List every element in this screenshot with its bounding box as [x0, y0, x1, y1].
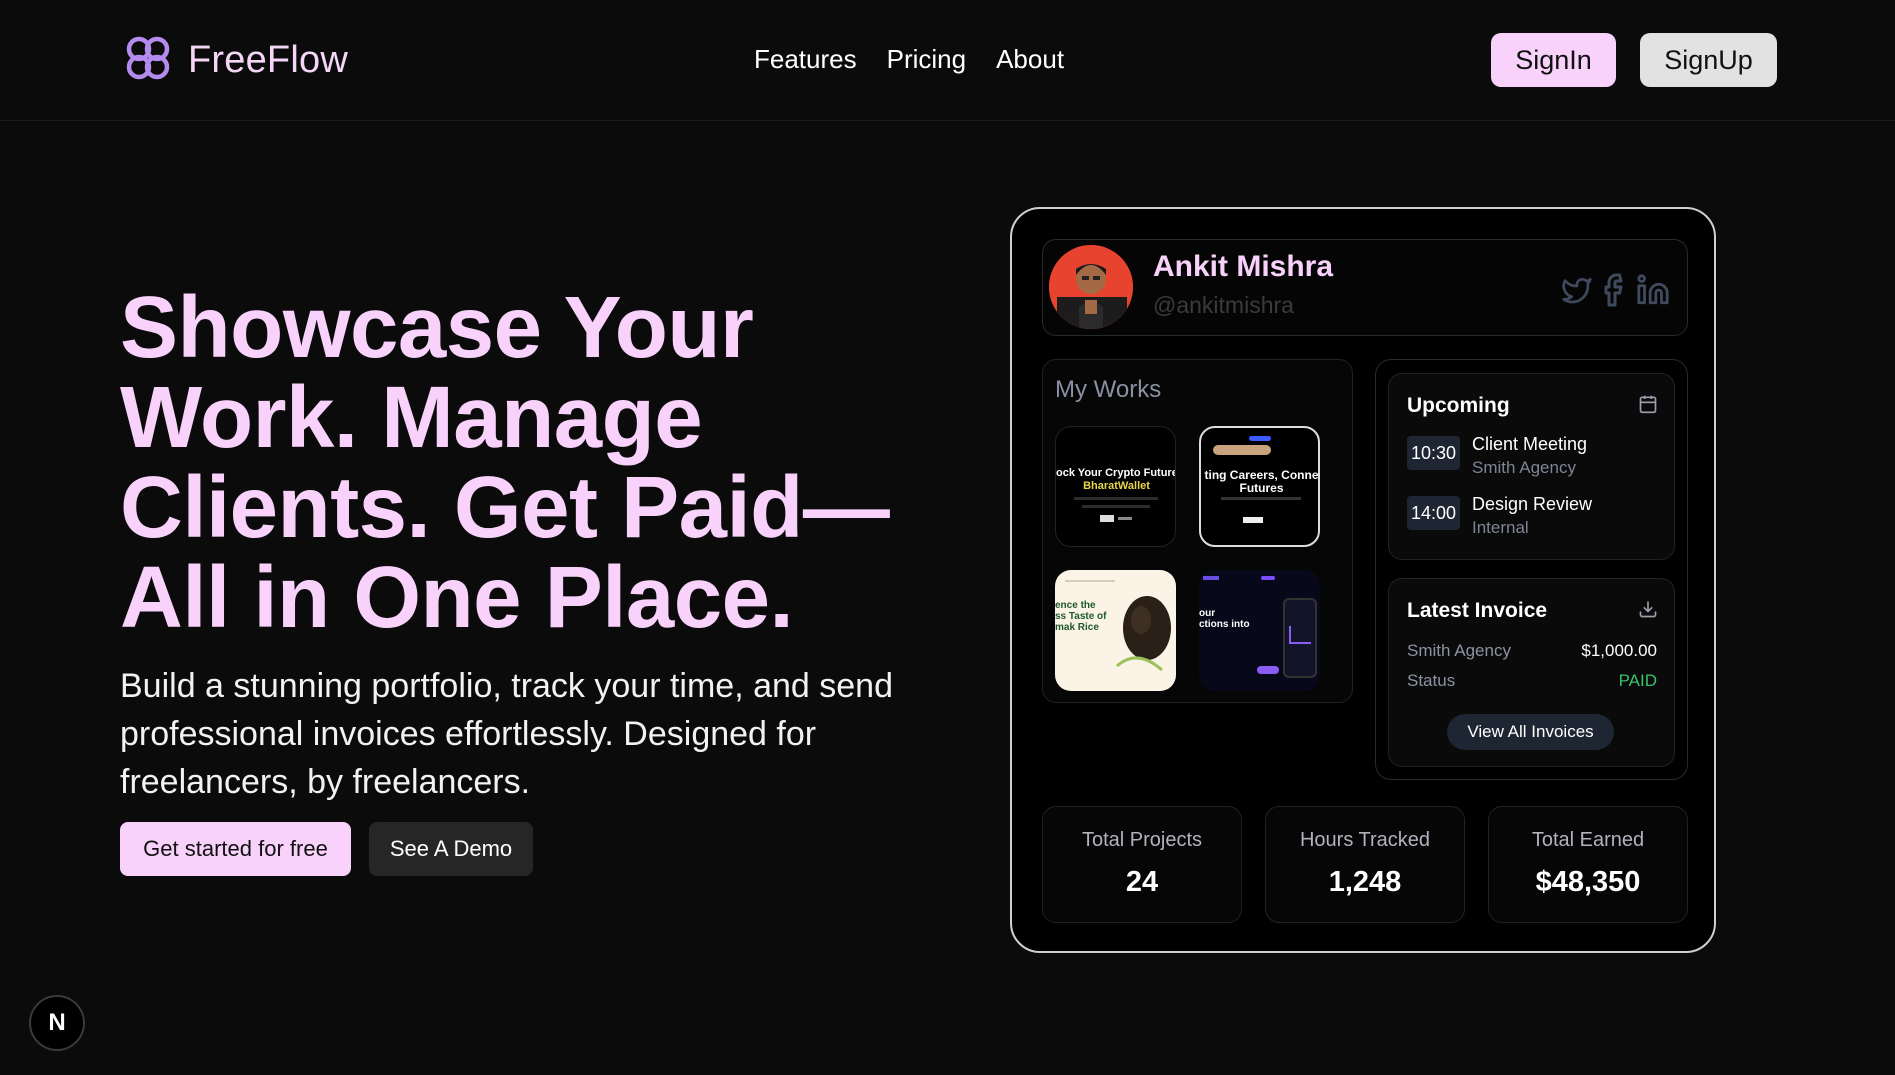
work-thumbnail-text: ctions into: [1199, 619, 1250, 630]
linkedin-icon[interactable]: [1635, 273, 1671, 312]
event-subtitle: Internal: [1472, 518, 1529, 537]
social-links: [1559, 272, 1671, 313]
invoice-status-label: Status: [1407, 671, 1456, 690]
placeholder-button: [1100, 515, 1114, 522]
stat-value: 24: [1125, 866, 1159, 898]
work-thumbnail-app[interactable]: our ctions into: [1199, 570, 1320, 691]
stat-hours-tracked: Hours Tracked 1,248: [1265, 806, 1465, 923]
profile-card: Ankit Mishra @ankitmishra: [1042, 239, 1688, 336]
stat-label: Total Projects: [1081, 829, 1203, 851]
hero-title: Showcase Your Work. Manage Clients. Get …: [120, 279, 890, 646]
work-thumbnail-text: ence the: [1055, 600, 1096, 611]
stat-value: 1,248: [1328, 866, 1402, 898]
stat-label: Total Earned: [1531, 829, 1645, 851]
my-works-panel: My Works ock Your Crypto Future w Bharat…: [1042, 359, 1353, 703]
stat-total-projects: Total Projects 24: [1042, 806, 1242, 923]
placeholder-line: [1082, 505, 1150, 508]
nav-link-about[interactable]: About: [996, 44, 1064, 75]
work-thumbnail-text: our: [1199, 608, 1216, 619]
avatar: [1049, 245, 1133, 329]
calendar-icon[interactable]: [1638, 394, 1658, 419]
work-thumbnail-careers[interactable]: ting Careers, Conne Futures: [1199, 426, 1320, 547]
placeholder-line: [1118, 517, 1132, 520]
brand[interactable]: FreeFlow: [122, 32, 348, 89]
placeholder-logo: [1203, 576, 1219, 580]
nav-links: Features Pricing About: [754, 44, 1064, 75]
event-time: 10:30: [1407, 436, 1460, 470]
facebook-icon[interactable]: [1603, 272, 1627, 313]
event-time: 14:00: [1407, 496, 1460, 530]
invoice-status-row: Status PAID: [1407, 671, 1657, 691]
next-badge-letter: N: [48, 1009, 66, 1036]
chart-graphic: [1289, 626, 1311, 644]
phone-mockup: [1283, 598, 1317, 678]
invoice-title: Latest Invoice: [1407, 599, 1548, 622]
top-navbar: FreeFlow Features Pricing About SignIn S…: [0, 0, 1895, 121]
work-thumbnail-text: ock Your Crypto Future w: [1056, 467, 1176, 479]
placeholder-button: [1243, 517, 1263, 523]
my-works-title: My Works: [1055, 376, 1162, 403]
landing-page: FreeFlow Features Pricing About SignIn S…: [0, 0, 1895, 1075]
rice-grains-graphic: [1115, 596, 1171, 672]
work-thumbnail-text: ss Taste of: [1055, 611, 1107, 622]
flower-logo-icon: [122, 32, 174, 89]
upcoming-title: Upcoming: [1407, 394, 1510, 417]
signup-button[interactable]: SignUp: [1640, 33, 1777, 87]
event-title: Design Review: [1472, 494, 1593, 514]
work-thumbnail-text: ting Careers, Conne: [1204, 468, 1319, 482]
work-thumbnail-text: BharatWallet: [1083, 480, 1150, 492]
signin-button[interactable]: SignIn: [1491, 33, 1616, 87]
nav-link-pricing[interactable]: Pricing: [887, 44, 966, 75]
work-thumbnail-bharatwallet[interactable]: ock Your Crypto Future w BharatWallet: [1055, 426, 1176, 547]
invoice-client-row: Smith Agency $1,000.00: [1407, 641, 1657, 661]
nav-link-features[interactable]: Features: [754, 44, 857, 75]
see-demo-button[interactable]: See A Demo: [369, 822, 533, 876]
stat-label: Hours Tracked: [1299, 829, 1431, 851]
dashboard-preview: Ankit Mishra @ankitmishra My Works ock Y…: [1010, 207, 1716, 953]
event-item[interactable]: 14:00 Design Review Internal: [1407, 492, 1592, 540]
profile-handle: @ankitmishra: [1153, 292, 1294, 318]
event-title: Client Meeting: [1472, 434, 1588, 454]
twitter-icon[interactable]: [1559, 274, 1595, 311]
placeholder-line: [1074, 497, 1158, 500]
placeholder-button: [1261, 576, 1275, 580]
invoice-client: Smith Agency: [1407, 641, 1511, 660]
view-all-invoices-button[interactable]: View All Invoices: [1447, 714, 1614, 750]
placeholder-avatars: [1257, 666, 1279, 674]
placeholder-avatars: [1213, 445, 1271, 455]
nextjs-dev-badge[interactable]: N: [29, 995, 85, 1051]
event-subtitle: Smith Agency: [1472, 458, 1576, 477]
hero-subtitle: Build a stunning portfolio, track your t…: [120, 667, 893, 801]
work-thumbnail-text: Futures: [1239, 481, 1284, 495]
placeholder-badge: [1249, 436, 1271, 441]
profile-name: Ankit Mishra: [1153, 250, 1334, 283]
work-thumbnail-text: mak Rice: [1055, 622, 1099, 633]
placeholder-line: [1065, 580, 1115, 582]
invoice-status-badge: PAID: [1618, 671, 1657, 690]
get-started-button[interactable]: Get started for free: [120, 822, 351, 876]
invoice-amount: $1,000.00: [1581, 641, 1657, 660]
stat-total-earned: Total Earned $48,350: [1488, 806, 1688, 923]
stat-value: $48,350: [1535, 866, 1641, 898]
placeholder-line: [1221, 497, 1301, 500]
brand-name: FreeFlow: [188, 39, 348, 81]
side-panels: Upcoming 10:30 Client Meeting Smith Agen…: [1375, 359, 1688, 780]
download-icon[interactable]: [1638, 599, 1658, 624]
event-item[interactable]: 10:30 Client Meeting Smith Agency: [1407, 432, 1587, 480]
work-thumbnail-rice[interactable]: ence the ss Taste of mak Rice: [1055, 570, 1176, 691]
upcoming-panel: Upcoming 10:30 Client Meeting Smith Agen…: [1388, 373, 1675, 560]
latest-invoice-panel: Latest Invoice Smith Agency $1,000.00 St…: [1388, 578, 1675, 767]
